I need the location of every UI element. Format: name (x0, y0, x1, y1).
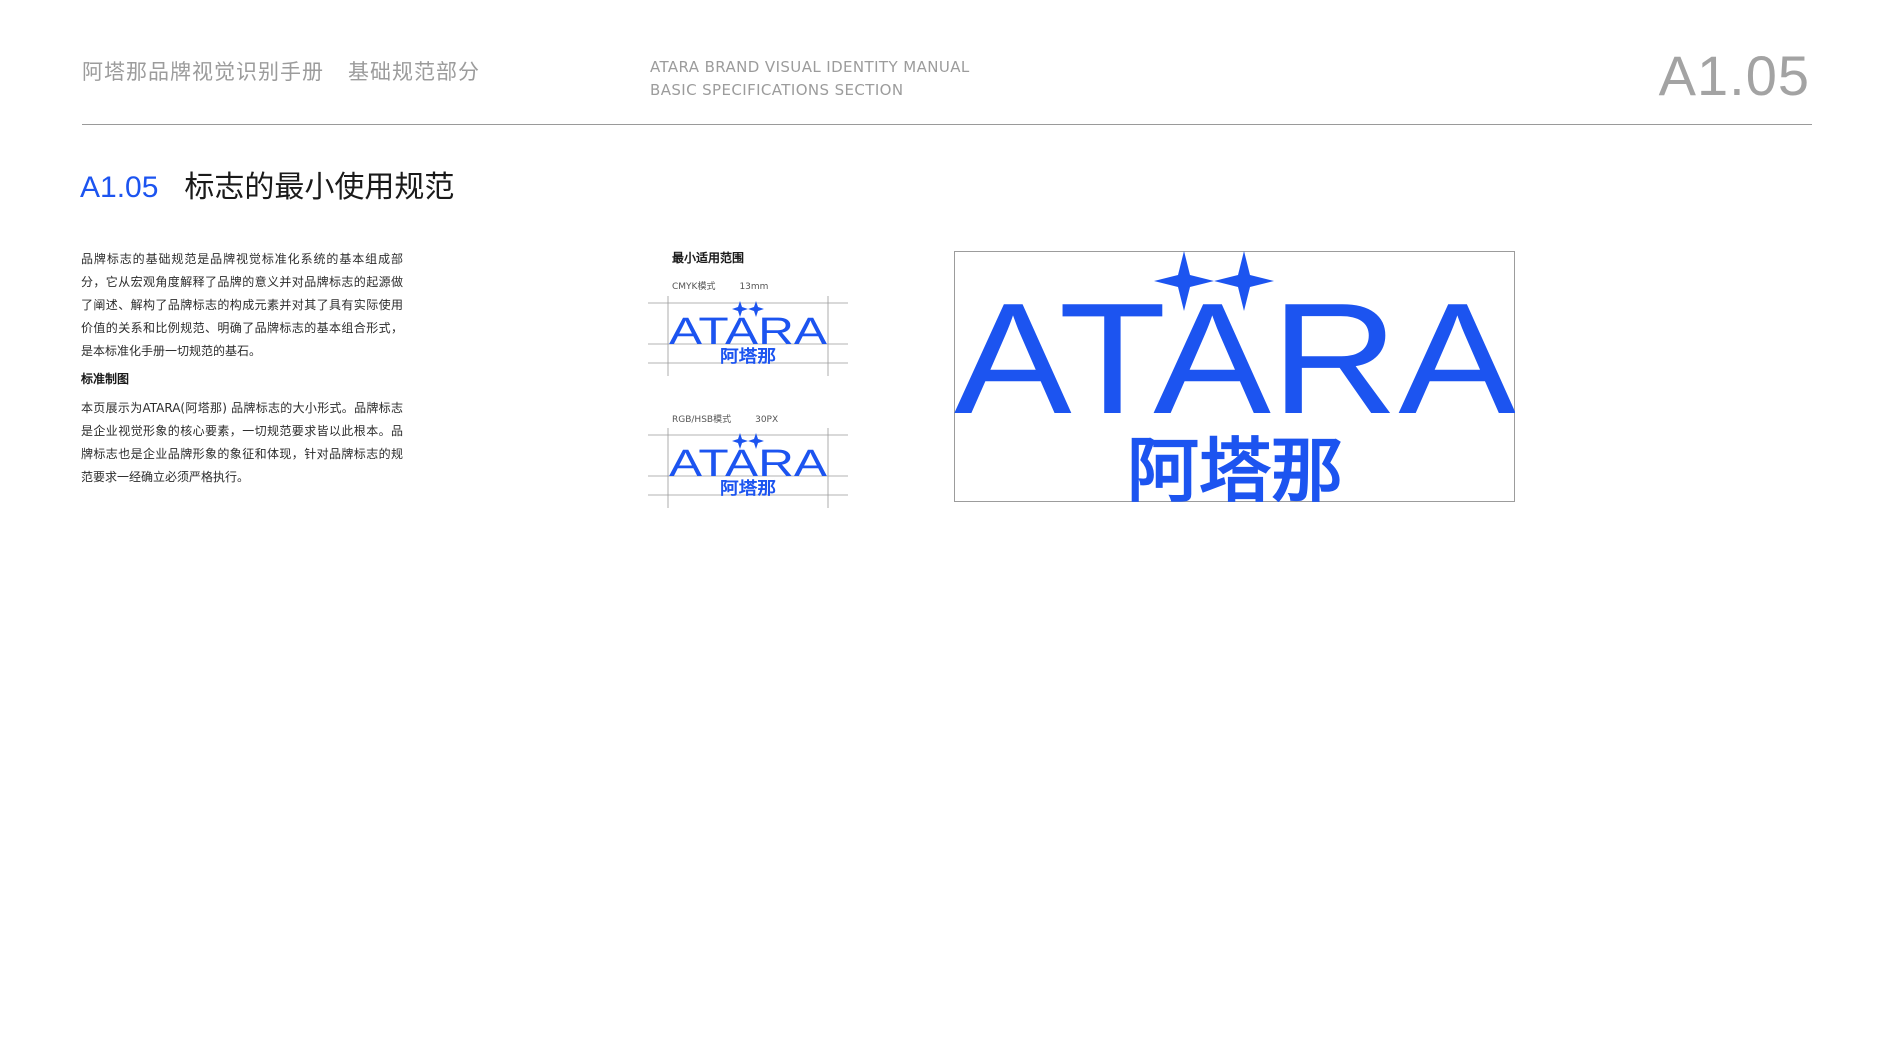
logo-chinese: 阿塔那 (720, 346, 776, 367)
logo-large: ATARA 阿塔那 (954, 251, 1515, 502)
rgb-caption: RGB/HSB模式 30PX (672, 412, 778, 425)
description-paragraph: 本页展示为ATARA(阿塔那) 品牌标志的大小形式。品牌标志是企业视觉形象的核心… (81, 401, 403, 484)
page-title: A1.05 标志的最小使用规范 (80, 162, 454, 206)
header-title-cn: 阿塔那品牌视觉识别手册 基础规范部分 (82, 56, 480, 86)
minimum-usage-title: 最小适用范围 (672, 251, 745, 265)
manual-title: 阿塔那品牌视觉识别手册 (82, 60, 324, 84)
manual-title-en: ATARA BRAND VISUAL IDENTITY MANUAL (650, 58, 970, 76)
section-number: A1.05 (80, 171, 159, 204)
logo-minimum-cmyk: ATARA 阿塔那 (648, 296, 848, 376)
description-block: 品牌标志的基础规范是品牌视觉标准化系统的基本组成部分，它从宏观角度解释了品牌的意… (81, 248, 403, 489)
subheading: 标准制图 (81, 372, 130, 386)
cmyk-mode-label: CMYK模式 (672, 282, 716, 292)
cmyk-size-label: 13mm (739, 282, 769, 292)
page-number: A1.05 (1658, 44, 1810, 107)
rgb-mode-label: RGB/HSB模式 (672, 415, 732, 425)
logo-chinese: 阿塔那 (1127, 430, 1343, 502)
section-name-en: BASIC SPECIFICATIONS SECTION (650, 81, 904, 99)
description-paragraph: 品牌标志的基础规范是品牌视觉标准化系统的基本组成部分，它从宏观角度解释了品牌的意… (81, 252, 403, 358)
logo-chinese: 阿塔那 (720, 478, 776, 499)
section-title: 标志的最小使用规范 (184, 170, 455, 205)
header-title-en: ATARA BRAND VISUAL IDENTITY MANUAL BASIC… (650, 56, 970, 102)
rgb-size-label: 30PX (755, 415, 779, 425)
cmyk-caption: CMYK模式 13mm (672, 279, 768, 292)
section-name: 基础规范部分 (348, 60, 480, 84)
header-divider (82, 124, 1812, 125)
logo-wordmark: ATARA (954, 271, 1515, 447)
logo-minimum-rgb: ATARA 阿塔那 (648, 428, 848, 508)
